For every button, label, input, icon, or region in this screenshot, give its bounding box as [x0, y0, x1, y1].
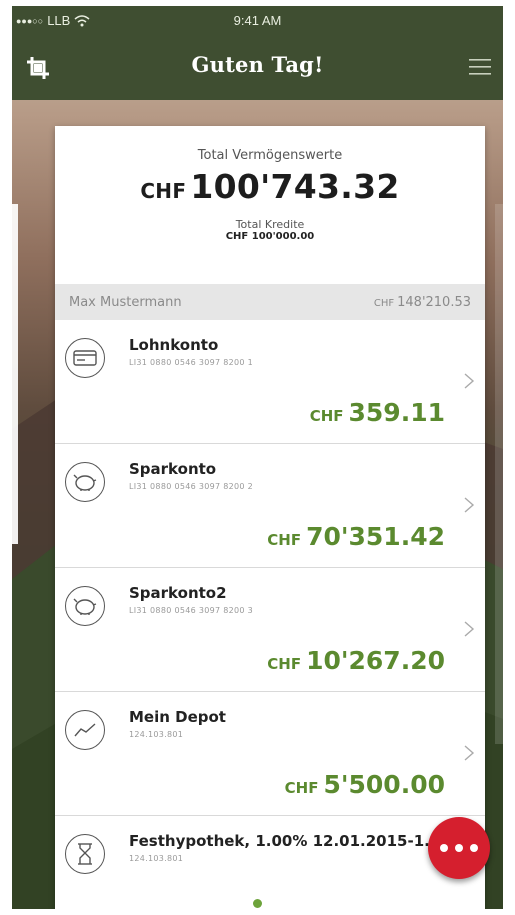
total-assets-currency: CHF — [140, 179, 187, 203]
menu-icon[interactable] — [469, 58, 491, 76]
account-amount: 5'500.00 — [323, 770, 445, 799]
account-amount: 10'267.20 — [306, 646, 445, 675]
account-name: Sparkonto2 — [129, 584, 227, 602]
account-name: Sparkonto — [129, 460, 217, 478]
total-credits-value: CHF 100'000.00 — [225, 231, 315, 242]
account-card: Total Vermögenswerte CHF 100'743.32 Total… — [55, 126, 485, 909]
account-name: Lohnkonto — [129, 336, 219, 354]
account-iban: LI31 0880 0546 3097 8200 1 — [129, 358, 254, 367]
chevron-right-icon — [464, 745, 475, 761]
page-dot-active[interactable] — [253, 899, 262, 908]
account-balance: CHF 359.11 — [310, 398, 445, 427]
nav-bar: Guten Tag! — [12, 34, 503, 100]
account-currency: CHF — [267, 655, 302, 673]
account-row-festhypothek[interactable]: Festhypothek, 1.00% 12.01.2015-1... 124.… — [55, 816, 485, 909]
assets-summary: Total Vermögenswerte CHF 100'743.32 Total… — [55, 126, 485, 284]
account-iban: 124.103.801 — [129, 854, 184, 863]
chevron-right-icon — [464, 621, 475, 637]
piggy-bank-icon — [65, 586, 105, 626]
owner-amount: 148'210.53 — [397, 294, 471, 310]
total-assets-value: CHF 100'743.32 — [55, 167, 485, 206]
total-credits-label: Total Kredite — [235, 218, 305, 231]
account-iban: LI31 0880 0546 3097 8200 2 — [129, 482, 254, 491]
account-row-sparkonto[interactable]: Sparkonto LI31 0880 0546 3097 8200 2 CHF… — [55, 444, 485, 568]
total-assets-label: Total Vermögenswerte — [197, 148, 343, 163]
page-dot[interactable] — [228, 899, 237, 908]
phone-screen: ●●●○○ LLB 9:41 AM Guten Tag! Total Vermö… — [12, 6, 503, 909]
account-amount: 70'351.42 — [306, 522, 445, 551]
account-iban: LI31 0880 0546 3097 8200 3 — [129, 606, 254, 615]
account-currency: CHF — [267, 531, 302, 549]
account-name: Mein Depot — [129, 708, 226, 726]
page-dot[interactable] — [278, 899, 287, 908]
account-name: Festhypothek, 1.00% 12.01.2015-1... — [129, 832, 442, 850]
more-dot — [440, 844, 448, 852]
account-balance: CHF 5'500.00 — [285, 770, 445, 799]
chart-line-icon — [65, 710, 105, 750]
account-iban: 124.103.801 — [129, 730, 184, 739]
next-card-peek[interactable] — [495, 204, 503, 744]
account-currency: CHF — [284, 779, 319, 797]
account-currency: CHF — [309, 407, 344, 425]
previous-card-peek[interactable] — [12, 204, 18, 544]
chevron-right-icon — [464, 497, 475, 513]
account-amount: 359.11 — [348, 398, 445, 427]
piggy-bank-icon — [65, 462, 105, 502]
owner-currency: CHF — [373, 297, 395, 309]
status-bar: ●●●○○ LLB 9:41 AM — [12, 6, 503, 34]
more-actions-button[interactable] — [428, 817, 490, 879]
total-assets-amount: 100'743.32 — [190, 167, 400, 206]
account-row-lohnkonto[interactable]: Lohnkonto LI31 0880 0546 3097 8200 1 CHF… — [55, 320, 485, 444]
account-row-sparkonto2[interactable]: Sparkonto2 LI31 0880 0546 3097 8200 3 CH… — [55, 568, 485, 692]
more-dot — [470, 844, 478, 852]
chevron-right-icon — [464, 373, 475, 389]
account-balance: CHF 10'267.20 — [267, 646, 445, 675]
hourglass-icon — [65, 834, 105, 874]
owner-total: CHF 148'210.53 — [374, 295, 471, 310]
account-balance: CHF 70'351.42 — [267, 522, 445, 551]
status-time: 9:41 AM — [233, 13, 282, 28]
more-dot — [455, 844, 463, 852]
card-icon — [65, 338, 105, 378]
page-indicator — [12, 899, 503, 908]
owner-name: Max Mustermann — [69, 294, 182, 310]
owner-row: Max Mustermann CHF 148'210.53 — [55, 284, 485, 320]
account-row-mein-depot[interactable]: Mein Depot 124.103.801 CHF 5'500.00 — [55, 692, 485, 816]
page-title: Guten Tag! — [191, 52, 324, 77]
